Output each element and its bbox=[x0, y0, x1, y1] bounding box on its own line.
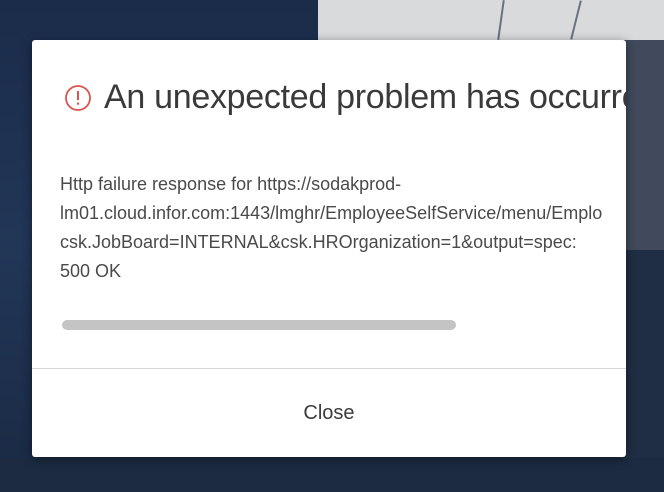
message-line: Http failure response for https://sodakp… bbox=[60, 174, 402, 194]
message-line: csk.JobBoard=INTERNAL&csk.HROrganization… bbox=[60, 232, 577, 252]
background-right-panel bbox=[625, 40, 664, 250]
dialog-header: An unexpected problem has occurred bbox=[64, 78, 626, 117]
message-line: lm01.cloud.infor.com:1443/lmghr/Employee… bbox=[60, 203, 603, 223]
close-button[interactable]: Close bbox=[32, 369, 626, 457]
background-top-panel bbox=[318, 0, 664, 40]
dialog-title: An unexpected problem has occurred bbox=[104, 78, 626, 116]
alert-circle-icon bbox=[64, 84, 92, 112]
message-line: 500 OK bbox=[60, 261, 122, 281]
error-dialog: An unexpected problem has occurred Http … bbox=[32, 40, 626, 457]
dialog-message: Http failure response for https://sodakp… bbox=[60, 170, 626, 320]
background-bottom-panel bbox=[0, 458, 664, 492]
horizontal-scrollbar[interactable] bbox=[60, 320, 626, 334]
scrollbar-thumb[interactable] bbox=[62, 320, 456, 330]
